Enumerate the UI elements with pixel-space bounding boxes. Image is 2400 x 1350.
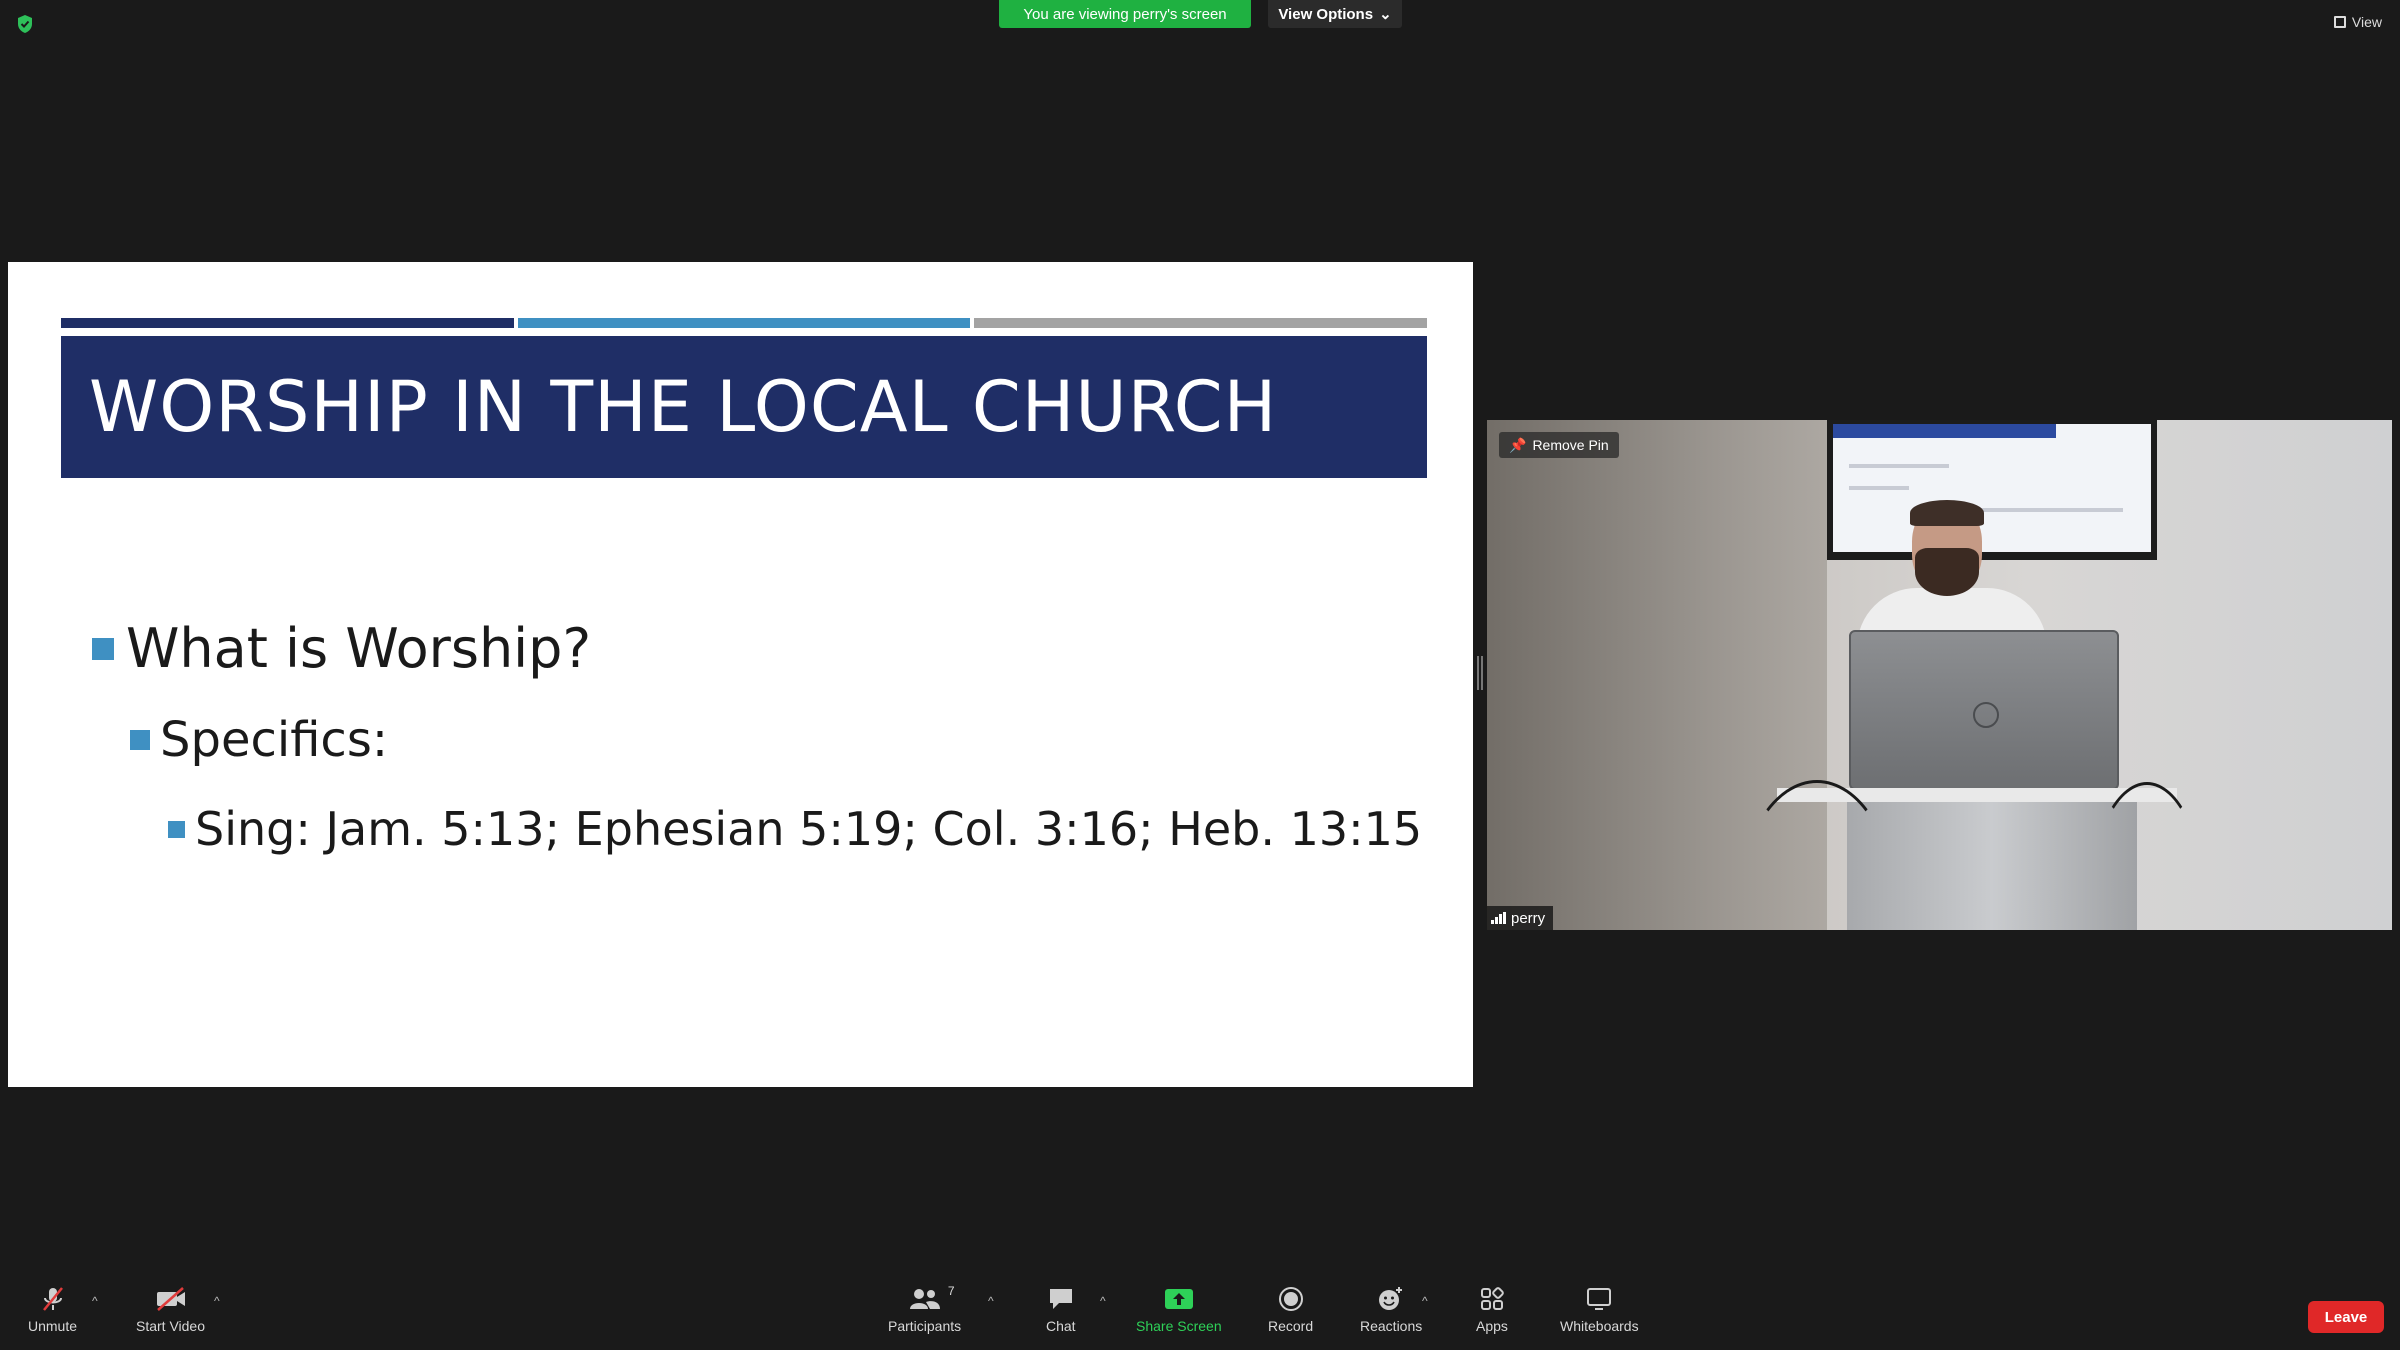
share-screen-button[interactable]: Share Screen bbox=[1136, 1286, 1222, 1334]
view-button[interactable]: View bbox=[2333, 14, 2382, 30]
unmute-button[interactable]: Unmute bbox=[28, 1286, 77, 1334]
chat-label: Chat bbox=[1046, 1318, 1076, 1334]
participant-video-tile[interactable]: 📌 Remove Pin perry bbox=[1487, 420, 2392, 930]
audio-options-caret-icon[interactable]: ^ bbox=[92, 1294, 98, 1308]
bullet-text: Sing: Jam. 5:13; Ephesian 5:19; Col. 3:1… bbox=[195, 802, 1423, 856]
microphone-muted-icon bbox=[42, 1287, 63, 1311]
share-screen-icon bbox=[1164, 1289, 1193, 1309]
bullet-text: What is Worship? bbox=[126, 617, 592, 680]
bullet-text: Specifics: bbox=[160, 712, 388, 768]
whiteboards-label: Whiteboards bbox=[1560, 1318, 1639, 1334]
share-screen-label: Share Screen bbox=[1136, 1318, 1222, 1334]
reactions-label: Reactions bbox=[1360, 1318, 1423, 1334]
whiteboard-icon bbox=[1587, 1288, 1612, 1310]
slide-accent-bar-gray bbox=[974, 318, 1427, 328]
chat-button[interactable]: Chat bbox=[1046, 1286, 1076, 1334]
slide-accent-bar-navy bbox=[61, 318, 514, 328]
view-options-button[interactable]: View Options ⌄ bbox=[1268, 0, 1402, 28]
start-video-label: Start Video bbox=[136, 1318, 206, 1334]
remove-pin-label: Remove Pin bbox=[1532, 437, 1609, 453]
record-icon bbox=[1278, 1287, 1303, 1311]
layout-icon bbox=[2333, 16, 2346, 28]
video-background-tv bbox=[1827, 420, 2157, 560]
signal-strength-icon bbox=[1491, 912, 1506, 924]
shared-screen: WORSHIP IN THE LOCAL CHURCH What is Wors… bbox=[8, 262, 1473, 1087]
apps-button[interactable]: Apps bbox=[1476, 1286, 1508, 1334]
participants-options-caret-icon[interactable]: ^ bbox=[988, 1294, 994, 1308]
laptop-logo-icon bbox=[1973, 702, 1999, 728]
pin-icon: 📌 bbox=[1509, 436, 1527, 453]
whiteboards-button[interactable]: Whiteboards bbox=[1560, 1286, 1639, 1334]
view-options-label: View Options bbox=[1278, 5, 1374, 23]
chat-options-caret-icon[interactable]: ^ bbox=[1100, 1294, 1106, 1308]
participants-label: Participants bbox=[888, 1318, 962, 1334]
split-resize-handle[interactable] bbox=[1477, 656, 1483, 690]
slide-bullet-level-1: What is Worship? bbox=[92, 617, 591, 680]
reactions-options-caret-icon[interactable]: ^ bbox=[1422, 1294, 1428, 1308]
apps-label: Apps bbox=[1476, 1318, 1508, 1334]
presenter-beard bbox=[1915, 548, 1979, 596]
participants-button[interactable]: 7 Participants bbox=[888, 1284, 962, 1334]
video-options-caret-icon[interactable]: ^ bbox=[214, 1294, 220, 1308]
slide-title: WORSHIP IN THE LOCAL CHURCH bbox=[61, 336, 1427, 478]
bullet-square-icon bbox=[168, 820, 185, 838]
chat-icon bbox=[1049, 1289, 1072, 1309]
leave-button[interactable]: Leave bbox=[2308, 1301, 2384, 1333]
slide-bullet-level-3: Sing: Jam. 5:13; Ephesian 5:19; Col. 3:1… bbox=[168, 802, 1422, 856]
viewing-screen-banner: You are viewing perry's screen bbox=[999, 0, 1251, 28]
participants-icon bbox=[909, 1289, 940, 1309]
chevron-down-icon: ⌄ bbox=[1379, 6, 1392, 23]
record-button[interactable]: Record bbox=[1268, 1286, 1313, 1334]
reactions-button[interactable]: Reactions bbox=[1360, 1286, 1422, 1334]
bullet-square-icon bbox=[130, 730, 150, 750]
participant-name: perry bbox=[1511, 909, 1546, 927]
apps-icon bbox=[1480, 1287, 1504, 1310]
record-label: Record bbox=[1268, 1318, 1314, 1334]
remove-pin-button[interactable]: 📌 Remove Pin bbox=[1499, 432, 1619, 458]
view-label: View bbox=[2351, 14, 2382, 30]
bullet-square-icon bbox=[92, 637, 114, 660]
laptop bbox=[1849, 630, 2119, 790]
participant-name-tag: perry bbox=[1487, 906, 1554, 930]
meeting-toolbar: Unmute ^ Start Video ^ 7 Participants ^ bbox=[0, 1280, 2400, 1350]
slide-accent-bar-blue bbox=[518, 318, 970, 328]
participants-count: 7 bbox=[947, 1284, 955, 1298]
start-video-button[interactable]: Start Video bbox=[136, 1286, 205, 1334]
video-camera-off-icon bbox=[156, 1287, 185, 1311]
unmute-label: Unmute bbox=[28, 1318, 78, 1334]
presenter-hair bbox=[1910, 500, 1984, 526]
reactions-smiley-icon bbox=[1379, 1287, 1403, 1310]
slide-bullet-level-2: Specifics: bbox=[130, 712, 388, 768]
security-shield-icon[interactable] bbox=[16, 14, 34, 34]
